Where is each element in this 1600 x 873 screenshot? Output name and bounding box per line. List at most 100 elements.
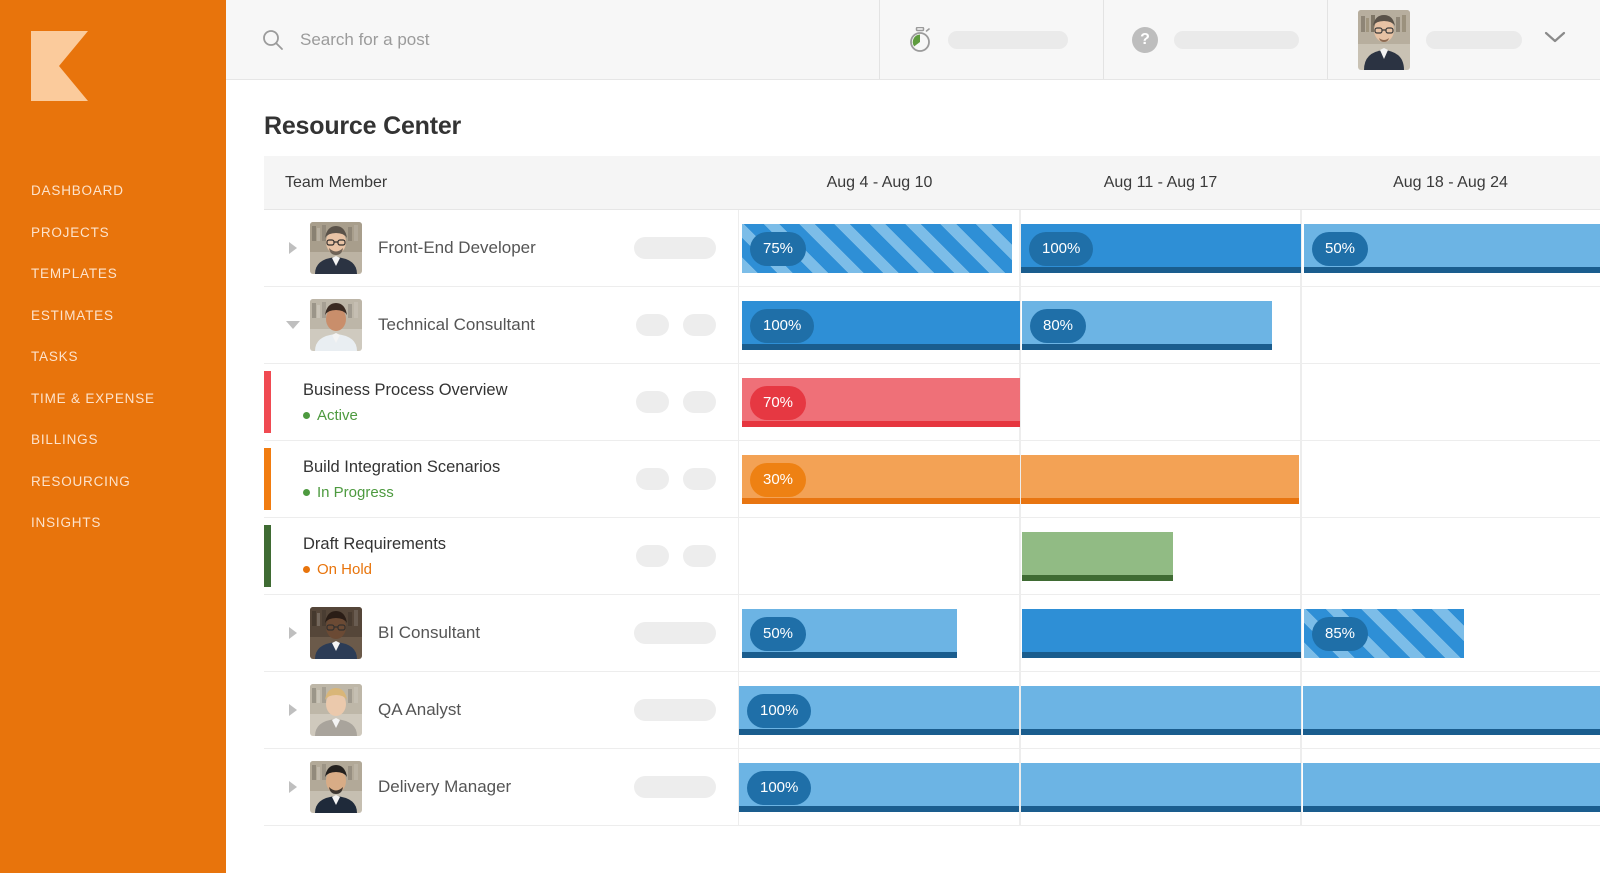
table-row[interactable]: Technical Consultant 100%80%: [264, 287, 1600, 364]
member-name: Technical Consultant: [378, 315, 535, 334]
allocation-bar[interactable]: 50%: [742, 609, 957, 658]
week-cell[interactable]: [1301, 287, 1600, 363]
table-row[interactable]: Front-End Developer 75%100%50%: [264, 210, 1600, 287]
avatar-technical-consultant: [310, 299, 362, 351]
action-pill[interactable]: [636, 391, 669, 413]
sidebar-item-insights[interactable]: INSIGHTS: [0, 502, 226, 544]
column-header-week-3[interactable]: Aug 18 - Aug 24: [1301, 174, 1600, 192]
task-name: Draft Requirements: [303, 535, 446, 553]
member-cell: Technical Consultant: [264, 287, 739, 363]
action-pill[interactable]: [683, 545, 716, 567]
task-cell: Draft Requirements On Hold: [264, 518, 739, 594]
sidebar-item-dashboard[interactable]: DASHBOARD: [0, 170, 226, 212]
task-info: Business Process Overview Active: [303, 380, 636, 425]
allocation-bar[interactable]: 70%: [742, 378, 1020, 427]
table-row[interactable]: Delivery Manager 100%: [264, 749, 1600, 826]
sidebar-item-billings[interactable]: BILLINGS: [0, 419, 226, 461]
allocation-bar[interactable]: 100%: [742, 301, 1021, 350]
table-row[interactable]: Business Process Overview Active 70%: [264, 364, 1600, 441]
chevron-down-icon[interactable]: [278, 319, 308, 331]
allocation-bar[interactable]: [1303, 763, 1600, 812]
column-header-team-member[interactable]: Team Member: [264, 174, 739, 192]
search-placeholder: Search for a post: [300, 30, 429, 50]
allocation-bar[interactable]: [1021, 686, 1302, 735]
sidebar-item-templates[interactable]: TEMPLATES: [0, 253, 226, 295]
allocation-bar[interactable]: 50%: [1304, 224, 1600, 273]
allocation-bar[interactable]: 100%: [739, 763, 1019, 812]
sidebar-item-estimates[interactable]: ESTIMATES: [0, 295, 226, 337]
allocation-bar[interactable]: 100%: [739, 686, 1019, 735]
table-row[interactable]: QA Analyst 100%: [264, 672, 1600, 749]
member-actions: [634, 622, 716, 644]
sidebar-item-time-and-expense[interactable]: TIME & EXPENSE: [0, 378, 226, 420]
bar-underline: [1304, 267, 1600, 273]
action-pill[interactable]: [636, 468, 669, 490]
column-header-week-2[interactable]: Aug 11 - Aug 17: [1020, 174, 1301, 192]
status-dot-icon: [303, 489, 310, 496]
task-actions: [636, 468, 716, 490]
chevron-down-icon[interactable]: [1544, 30, 1566, 49]
allocation-bar[interactable]: 75%: [742, 224, 1012, 273]
member-name: Front-End Developer: [378, 238, 536, 257]
allocation-bar[interactable]: [1021, 763, 1302, 812]
action-pill[interactable]: [683, 314, 716, 336]
chevron-right-icon[interactable]: [278, 241, 308, 255]
member-cell: Front-End Developer: [264, 210, 739, 286]
week-cell[interactable]: [1301, 364, 1600, 440]
sidebar-item-resourcing[interactable]: RESOURCING: [0, 461, 226, 503]
sidebar-nav: DASHBOARD PROJECTS TEMPLATES ESTIMATES T…: [0, 170, 226, 544]
status-label: In Progress: [317, 484, 394, 501]
status-badge: Active: [303, 407, 636, 424]
bar-underline: [739, 806, 1019, 812]
bar-percentage: 50%: [750, 617, 806, 651]
kantata-flag-logo[interactable]: [31, 31, 88, 101]
allocation-bar[interactable]: 100%: [1021, 224, 1302, 273]
status-badge: In Progress: [303, 484, 636, 501]
table-row[interactable]: BI Consultant 50% 85%: [264, 595, 1600, 672]
chevron-right-icon[interactable]: [278, 780, 308, 794]
status-label: Active: [317, 407, 358, 424]
user-menu[interactable]: [1328, 0, 1600, 79]
action-pill[interactable]: [634, 237, 716, 259]
bar-underline: [1022, 344, 1272, 350]
timer-label-skeleton: [948, 31, 1068, 49]
allocation-bar[interactable]: [1022, 532, 1173, 581]
bar-underline: [742, 344, 1021, 350]
action-pill[interactable]: [634, 776, 716, 798]
sidebar-item-tasks[interactable]: TASKS: [0, 336, 226, 378]
action-pill[interactable]: [634, 622, 716, 644]
member-cell: BI Consultant: [264, 595, 739, 671]
member-actions: [636, 314, 716, 336]
timer-button[interactable]: [880, 0, 1104, 79]
bar-underline: [1021, 806, 1302, 812]
action-pill[interactable]: [683, 391, 716, 413]
allocation-bar[interactable]: 80%: [1022, 301, 1272, 350]
action-pill[interactable]: [634, 699, 716, 721]
allocation-bar[interactable]: 30%: [742, 455, 1299, 504]
table-row[interactable]: Build Integration Scenarios In Progress …: [264, 441, 1600, 518]
allocation-bar[interactable]: 85%: [1304, 609, 1464, 658]
action-pill[interactable]: [636, 545, 669, 567]
allocation-bar[interactable]: [1303, 686, 1600, 735]
bar-underline: [742, 421, 1020, 427]
week-cell[interactable]: [1301, 441, 1600, 517]
action-pill[interactable]: [683, 468, 716, 490]
timer-icon: [908, 27, 932, 53]
sidebar-item-projects[interactable]: PROJECTS: [0, 212, 226, 254]
bar-underline: [1303, 729, 1600, 735]
search-icon: [262, 29, 284, 51]
table-row[interactable]: Draft Requirements On Hold: [264, 518, 1600, 595]
help-button[interactable]: ?: [1104, 0, 1328, 79]
week-cell[interactable]: [1020, 364, 1301, 440]
member-info: BI Consultant: [378, 623, 634, 643]
chevron-right-icon[interactable]: [278, 626, 308, 640]
column-header-week-1[interactable]: Aug 4 - Aug 10: [739, 174, 1020, 192]
week-cell[interactable]: [739, 518, 1020, 594]
chevron-right-icon[interactable]: [278, 703, 308, 717]
avatar-front-end-developer: [310, 222, 362, 274]
search-input[interactable]: Search for a post: [226, 0, 880, 79]
allocation-bar[interactable]: [1022, 609, 1302, 658]
bar-fill: [742, 455, 1299, 504]
week-cell[interactable]: [1301, 518, 1600, 594]
action-pill[interactable]: [636, 314, 669, 336]
